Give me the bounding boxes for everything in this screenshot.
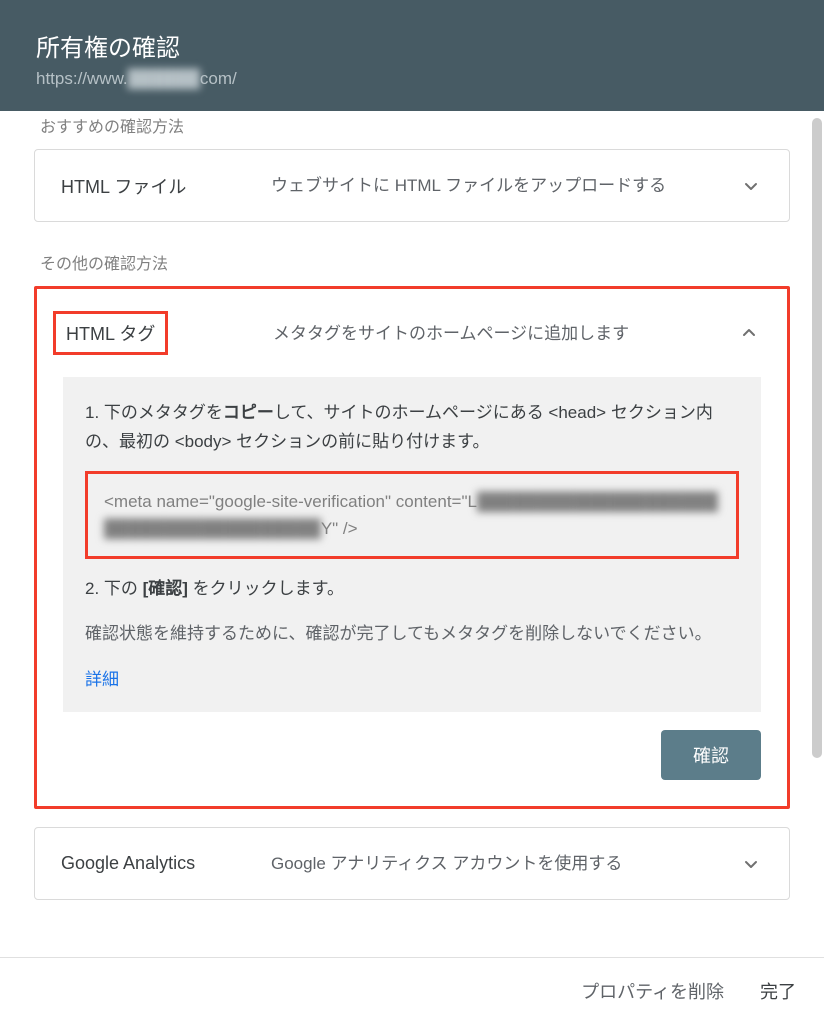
step-2: 2. 下の [確認] をクリックします。 [85,575,739,604]
method-analytics-card: Google Analytics Google アナリティクス アカウントを使用… [34,827,790,900]
meta-tag-code[interactable]: <meta name="google-site-verification" co… [85,471,739,559]
step-1: 1. 下のメタタグをコピーして、サイトのホームページにある <head> セクシ… [85,399,739,457]
modal-header: 所有権の確認 https://www.██████com/ [0,0,824,111]
confirm-button[interactable]: 確認 [661,730,761,780]
method-html-tag-desc: メタタグをサイトのホームページに追加します [273,320,737,347]
modal-footer: プロパティを削除 完了 [0,957,824,1024]
chevron-up-icon [737,321,761,345]
modal-body[interactable]: おすすめの確認方法 HTML ファイル ウェブサイトに HTML ファイルをアッ… [0,111,824,957]
property-url: https://www.██████com/ [36,69,788,89]
method-html-tag-expanded: 1. 下のメタタグをコピーして、サイトのホームページにある <head> セクシ… [63,377,761,712]
method-html-file-title: HTML ファイル [61,173,271,199]
method-html-tag-title-wrap: HTML タグ [63,311,273,355]
verification-modal: 所有権の確認 https://www.██████com/ おすすめの確認方法 … [0,0,824,1024]
confirm-button-wrap: 確認 [37,712,787,780]
delete-property-button[interactable]: プロパティを削除 [581,978,724,1004]
done-button[interactable]: 完了 [760,978,796,1004]
scrollbar[interactable] [812,118,822,758]
method-html-file-card: HTML ファイル ウェブサイトに HTML ファイルをアップロードする [34,149,790,222]
method-analytics-desc: Google アナリティクス アカウントを使用する [271,850,739,877]
section-other-label: その他の確認方法 [40,250,784,274]
retention-note: 確認状態を維持するために、確認が完了してもメタタグを削除しないでください。 [85,620,739,649]
chevron-down-icon [739,174,763,198]
method-html-file-row[interactable]: HTML ファイル ウェブサイトに HTML ファイルをアップロードする [35,150,789,221]
section-recommended-label: おすすめの確認方法 [40,113,784,137]
method-analytics-title: Google Analytics [61,853,271,874]
method-html-tag-title: HTML タグ [53,311,168,355]
method-analytics-row[interactable]: Google Analytics Google アナリティクス アカウントを使用… [35,828,789,899]
modal-title: 所有権の確認 [36,28,788,63]
chevron-down-icon [739,852,763,876]
method-html-tag-card: HTML タグ メタタグをサイトのホームページに追加します 1. 下のメタタグを… [34,286,790,809]
method-html-file-desc: ウェブサイトに HTML ファイルをアップロードする [271,172,739,199]
method-html-tag-row[interactable]: HTML タグ メタタグをサイトのホームページに追加します [37,289,787,371]
details-link[interactable]: 詳細 [85,665,119,690]
